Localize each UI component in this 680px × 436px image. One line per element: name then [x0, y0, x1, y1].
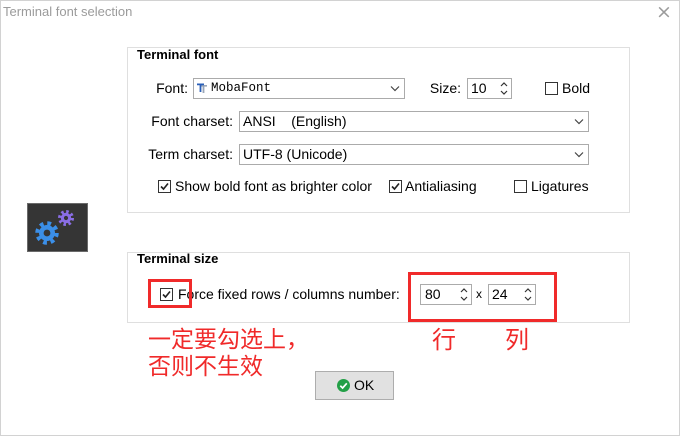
font-label: Font: — [156, 80, 188, 96]
gears-icon — [27, 203, 88, 252]
term-charset-dropdown[interactable]: UTF-8 (Unicode) — [239, 144, 589, 165]
ok-button[interactable]: OK — [315, 371, 394, 400]
annotation-box-spinners — [408, 272, 557, 322]
bold-brighter-checkbox[interactable] — [158, 180, 171, 193]
annotation-second-value-label: 列 — [505, 326, 529, 354]
size-spinner[interactable]: 10 — [467, 78, 512, 99]
font-dropdown-value: MobaFont — [211, 81, 272, 95]
annotation-box-checkbox — [148, 279, 192, 308]
bold-label[interactable]: Bold — [562, 80, 590, 96]
font-charset-label: Font charset: — [151, 113, 233, 129]
bold-checkbox[interactable] — [545, 82, 558, 95]
checkmark-icon — [391, 182, 400, 191]
antialiasing-label[interactable]: Antialiasing — [405, 178, 477, 194]
force-fixed-label[interactable]: Force fixed rows / columns number: — [178, 286, 400, 302]
window-title: Terminal font selection — [3, 4, 133, 19]
term-charset-label: Term charset: — [148, 146, 233, 162]
size-spinner-value: 10 — [471, 80, 487, 96]
truetype-font-icon — [197, 83, 207, 93]
font-charset-value: ANSI (English) — [243, 113, 347, 129]
antialiasing-checkbox[interactable] — [389, 180, 402, 193]
close-icon[interactable]: × — [656, 1, 672, 23]
font-charset-dropdown[interactable]: ANSI (English) — [239, 111, 589, 132]
chevron-down-icon — [390, 86, 400, 92]
terminal-size-group-label: Terminal size — [137, 251, 219, 266]
chevron-down-icon — [574, 152, 584, 158]
ok-button-label: OK — [354, 377, 375, 393]
ligatures-checkbox[interactable] — [514, 180, 527, 193]
ligatures-label[interactable]: Ligatures — [531, 178, 589, 194]
annotation-note-line-2: 否则不生效 — [148, 354, 263, 380]
font-dropdown[interactable]: MobaFont — [193, 78, 405, 99]
terminal-font-group-label: Terminal font — [137, 47, 219, 62]
size-label: Size: — [429, 80, 461, 96]
chevron-down-icon — [574, 119, 584, 125]
spin-arrows-icon[interactable] — [500, 81, 508, 96]
annotation-first-value-label: 行 — [432, 326, 456, 354]
annotation-note-line-1: 一定要勾选上， — [148, 327, 309, 353]
checkmark-icon — [160, 182, 169, 191]
bold-brighter-label[interactable]: Show bold font as brighter color — [175, 178, 372, 194]
term-charset-value: UTF-8 (Unicode) — [243, 146, 348, 162]
green-check-icon — [337, 379, 350, 392]
